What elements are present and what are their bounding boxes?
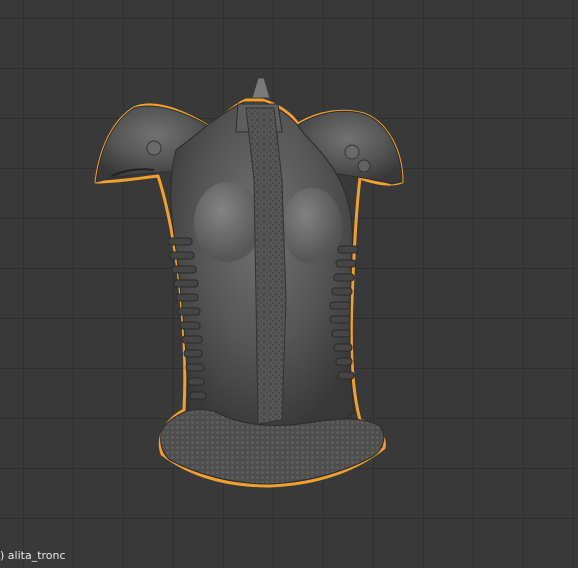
left-shoulder-rivet xyxy=(146,140,162,156)
right-breast xyxy=(282,188,342,264)
neck-spike xyxy=(251,77,271,99)
right-shoulder-rivet-2 xyxy=(357,159,371,173)
left-breast xyxy=(194,182,262,262)
sculpted-torso-mesh[interactable] xyxy=(0,0,578,568)
active-object-label: ) alita_tronc xyxy=(0,549,66,562)
3d-viewport[interactable]: ) alita_tronc xyxy=(0,0,578,568)
right-shoulder-rivet xyxy=(344,144,360,160)
